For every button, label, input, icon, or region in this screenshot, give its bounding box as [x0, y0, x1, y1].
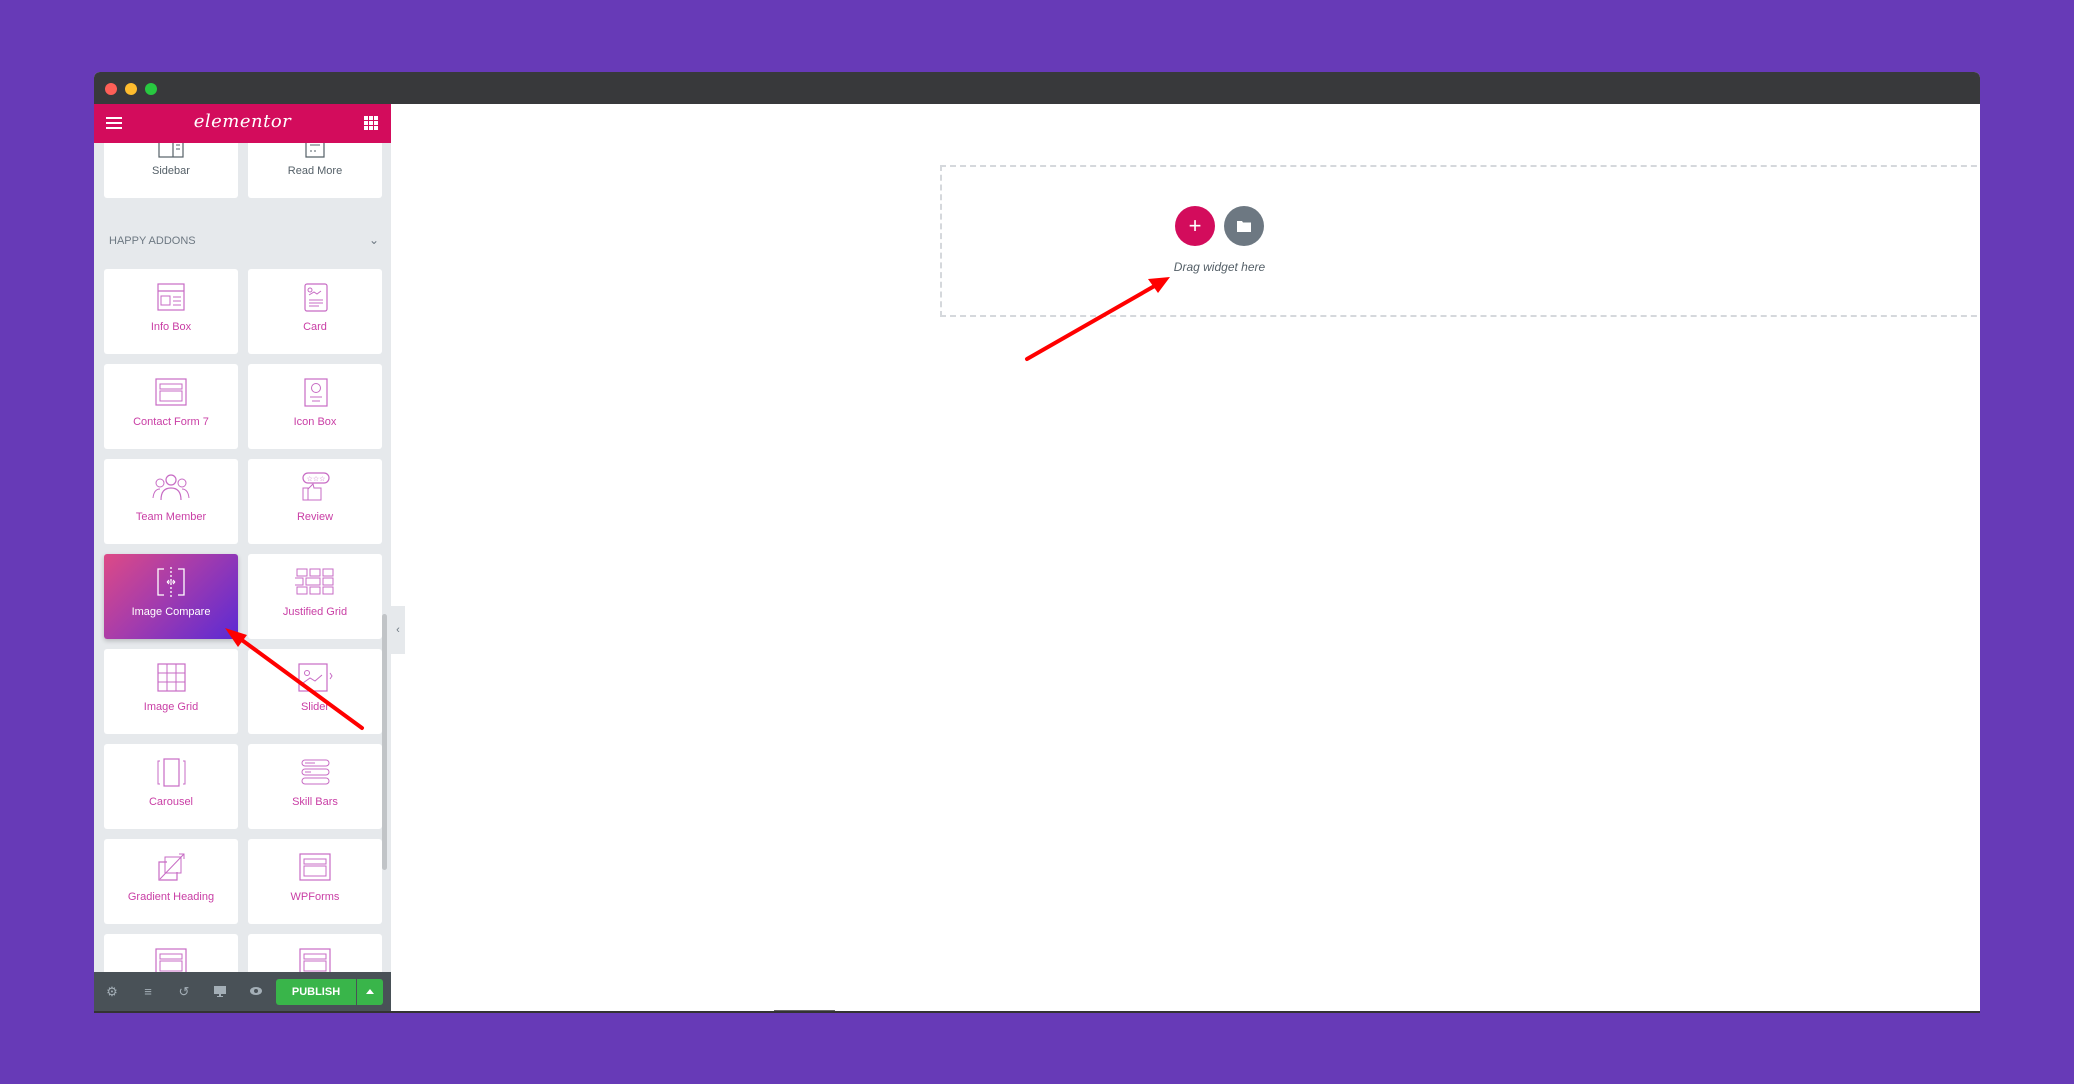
minimize-window-button[interactable] — [125, 83, 137, 95]
widget-label: Slider — [300, 701, 330, 713]
widget-skill-bars[interactable]: Skill Bars — [248, 744, 382, 829]
widget-label: Icon Box — [293, 416, 337, 428]
gradient-heading-icon — [104, 851, 238, 883]
navigator-icon[interactable]: ≡ — [140, 984, 156, 1000]
carousel-icon — [104, 756, 238, 788]
widget-label: Contact Form 7 — [133, 416, 209, 428]
widget-image-grid[interactable]: Image Grid — [104, 649, 238, 734]
image-compare-icon — [104, 566, 238, 598]
widget-label: Image Grid — [143, 701, 199, 713]
widget-contact-form-7[interactable]: Contact Form 7 — [104, 364, 238, 449]
wpforms-icon — [248, 851, 382, 883]
category-title: HAPPY ADDONS — [109, 235, 196, 247]
browser-window: elementor Sidebar Read More HAPPY ADDONS — [94, 72, 1980, 1013]
widget-slider[interactable]: Slider — [248, 649, 382, 734]
history-icon[interactable]: ↺ — [176, 984, 192, 1000]
widget-carousel[interactable]: Carousel — [104, 744, 238, 829]
slider-icon — [248, 661, 382, 693]
widget-label: Carousel — [148, 796, 194, 808]
collapse-panel-toggle[interactable]: ‹ — [391, 606, 405, 654]
chevron-down-icon[interactable]: ⌄ — [369, 233, 379, 247]
review-icon: ☆☆☆ — [248, 471, 382, 503]
widget-label: Justified Grid — [282, 606, 348, 618]
preview-icon[interactable] — [248, 984, 264, 1000]
widget-label: Team Member — [135, 511, 207, 523]
widget-card[interactable]: Card — [248, 269, 382, 354]
grid-icon[interactable] — [364, 116, 378, 130]
widget-label: Gradient Heading — [127, 891, 215, 903]
card-icon — [248, 281, 382, 313]
justified-grid-icon — [248, 566, 382, 598]
widget-label: Info Box — [150, 321, 192, 333]
widget-label: WPForms — [290, 891, 340, 903]
panel-header: elementor — [94, 104, 391, 143]
widget-label: Sidebar — [152, 165, 190, 177]
skill-bars-icon — [248, 756, 382, 788]
close-window-button[interactable] — [105, 83, 117, 95]
widgets-list: Sidebar Read More HAPPY ADDONS ⌄ Info Bo… — [94, 113, 391, 1011]
publish-options-button[interactable] — [357, 979, 383, 1005]
responsive-icon[interactable] — [212, 984, 228, 1000]
widget-gradient-heading[interactable]: Gradient Heading — [104, 839, 238, 924]
team-member-icon — [104, 471, 238, 503]
add-section-button[interactable]: + — [1175, 206, 1215, 246]
category-happy-addons[interactable]: HAPPY ADDONS ⌄ — [109, 233, 379, 247]
folder-icon — [1237, 221, 1251, 232]
publish-button[interactable]: PUBLISH — [276, 979, 356, 1005]
contact-form-icon — [104, 376, 238, 408]
settings-icon[interactable]: ⚙ — [104, 984, 120, 1000]
info-box-icon — [104, 281, 238, 313]
widget-info-box[interactable]: Info Box — [104, 269, 238, 354]
editor-canvas: ‹ + Drag widget here — [391, 104, 1980, 1011]
widget-label: Skill Bars — [292, 796, 338, 808]
panel-scrollbar[interactable] — [382, 614, 387, 870]
image-grid-icon — [104, 661, 238, 693]
drop-zone[interactable] — [940, 165, 1980, 317]
widget-label: Card — [303, 321, 327, 333]
plus-icon: + — [1188, 213, 1202, 238]
widget-image-compare[interactable]: Image Compare — [104, 554, 238, 639]
icon-box-icon — [248, 376, 382, 408]
svg-text:☆☆☆: ☆☆☆ — [307, 475, 326, 483]
widget-review[interactable]: ☆☆☆ Review — [248, 459, 382, 544]
elementor-panel: elementor Sidebar Read More HAPPY ADDONS — [94, 104, 391, 1011]
add-template-button[interactable] — [1224, 206, 1264, 246]
widget-icon-box[interactable]: Icon Box — [248, 364, 382, 449]
widget-label: Read More — [287, 165, 343, 177]
maximize-window-button[interactable] — [145, 83, 157, 95]
widget-team-member[interactable]: Team Member — [104, 459, 238, 544]
widget-label: Review — [296, 511, 334, 523]
elementor-logo: elementor — [193, 111, 292, 132]
title-bar — [94, 72, 1980, 104]
widget-wpforms[interactable]: WPForms — [248, 839, 382, 924]
panel-footer: ⚙ ≡ ↺ PUBLISH — [94, 972, 391, 1011]
widget-label: Image Compare — [131, 606, 211, 618]
drag-widget-hint: Drag widget here — [1173, 260, 1266, 274]
bottom-handle — [774, 1010, 835, 1011]
widget-justified-grid[interactable]: Justified Grid — [248, 554, 382, 639]
